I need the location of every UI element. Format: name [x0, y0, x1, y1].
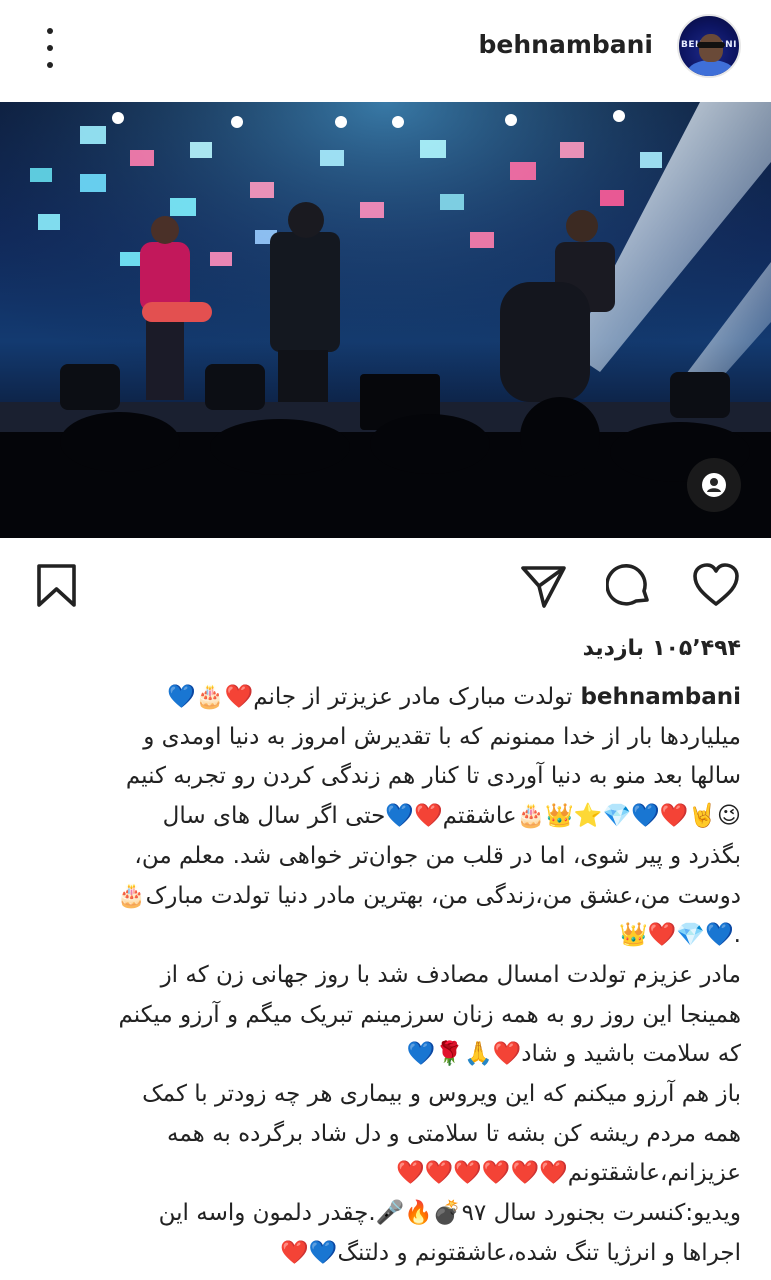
- caption-username[interactable]: behnambani: [580, 684, 741, 710]
- avatar-sunglasses: [697, 42, 725, 48]
- caption-line: behnambaniتولدت مبارک مادر عزیزتر از جان…: [167, 684, 741, 710]
- post-video[interactable]: [0, 102, 771, 538]
- caption-line: .💙💎❤️👑: [619, 922, 741, 949]
- share-icon[interactable]: [520, 562, 566, 608]
- concert-scene: [0, 102, 771, 538]
- caption-line: مادر عزیزم تولدت امسال مصادف شد با روز ج…: [160, 961, 741, 988]
- user-tag-icon[interactable]: [687, 458, 741, 512]
- bookmark-icon[interactable]: [34, 562, 80, 608]
- heart-icon[interactable]: [692, 562, 739, 608]
- caption-line: بگذرد و پیر شوی، اما در قلب من جوان‌تر خ…: [134, 842, 741, 869]
- comment-icon[interactable]: [605, 562, 652, 608]
- view-count-number: ۱۰۵٬۴۹۴: [652, 636, 741, 661]
- post-caption: behnambaniتولدت مبارک مادر عزیزتر از جان…: [26, 678, 741, 1274]
- caption-line: 😉🤘❤️💙💎⭐️👑🎂عاشقتم❤️💙حتی اگر سال های سال: [162, 803, 741, 830]
- view-count[interactable]: ۱۰۵٬۴۹۴ بازدید: [583, 636, 741, 661]
- avatar[interactable]: BEH BANI: [677, 14, 741, 78]
- post-header: behnambani BEH BANI: [0, 0, 771, 100]
- caption-line: اجراها و انرژیا تنگ شده،عاشقتونم و دلتنگ…: [280, 1239, 741, 1266]
- more-options-icon[interactable]: [38, 28, 62, 68]
- caption-line: سالها بعد منو به دنیا آوردی تا کنار هم ز…: [125, 763, 741, 790]
- caption-line: باز هم آرزو میکنم که این ویروس و بیماری …: [142, 1081, 741, 1108]
- avatar-body: [687, 60, 735, 76]
- post-username[interactable]: behnambani: [479, 30, 654, 59]
- caption-line: که سلامت باشید و شاد❤️🙏🌹💙: [406, 1041, 741, 1068]
- view-count-label: بازدید: [582, 636, 645, 661]
- caption-line: دوست من،عشق من،زندگی من، بهترین مادر دنی…: [117, 882, 741, 909]
- caption-line: عزیزانم،عاشقتونم❤️❤️❤️❤️❤️❤️: [395, 1160, 741, 1187]
- caption-line: ویدیو:کنسرت بجنورد سال ۹۷💣🔥🎤.چقدر دلمون …: [158, 1200, 741, 1227]
- caption-line: همینجا این روز رو به همه زنان سرزمینم تب…: [118, 1001, 741, 1028]
- caption-line: میلیاردها بار از خدا ممنونم که با تقدیرش…: [143, 723, 741, 750]
- post-actions-bar: [0, 540, 771, 630]
- caption-line: همه مردم ریشه کن بشه تا سلامتی و دل شاد …: [167, 1120, 741, 1147]
- avatar-face: [699, 34, 723, 62]
